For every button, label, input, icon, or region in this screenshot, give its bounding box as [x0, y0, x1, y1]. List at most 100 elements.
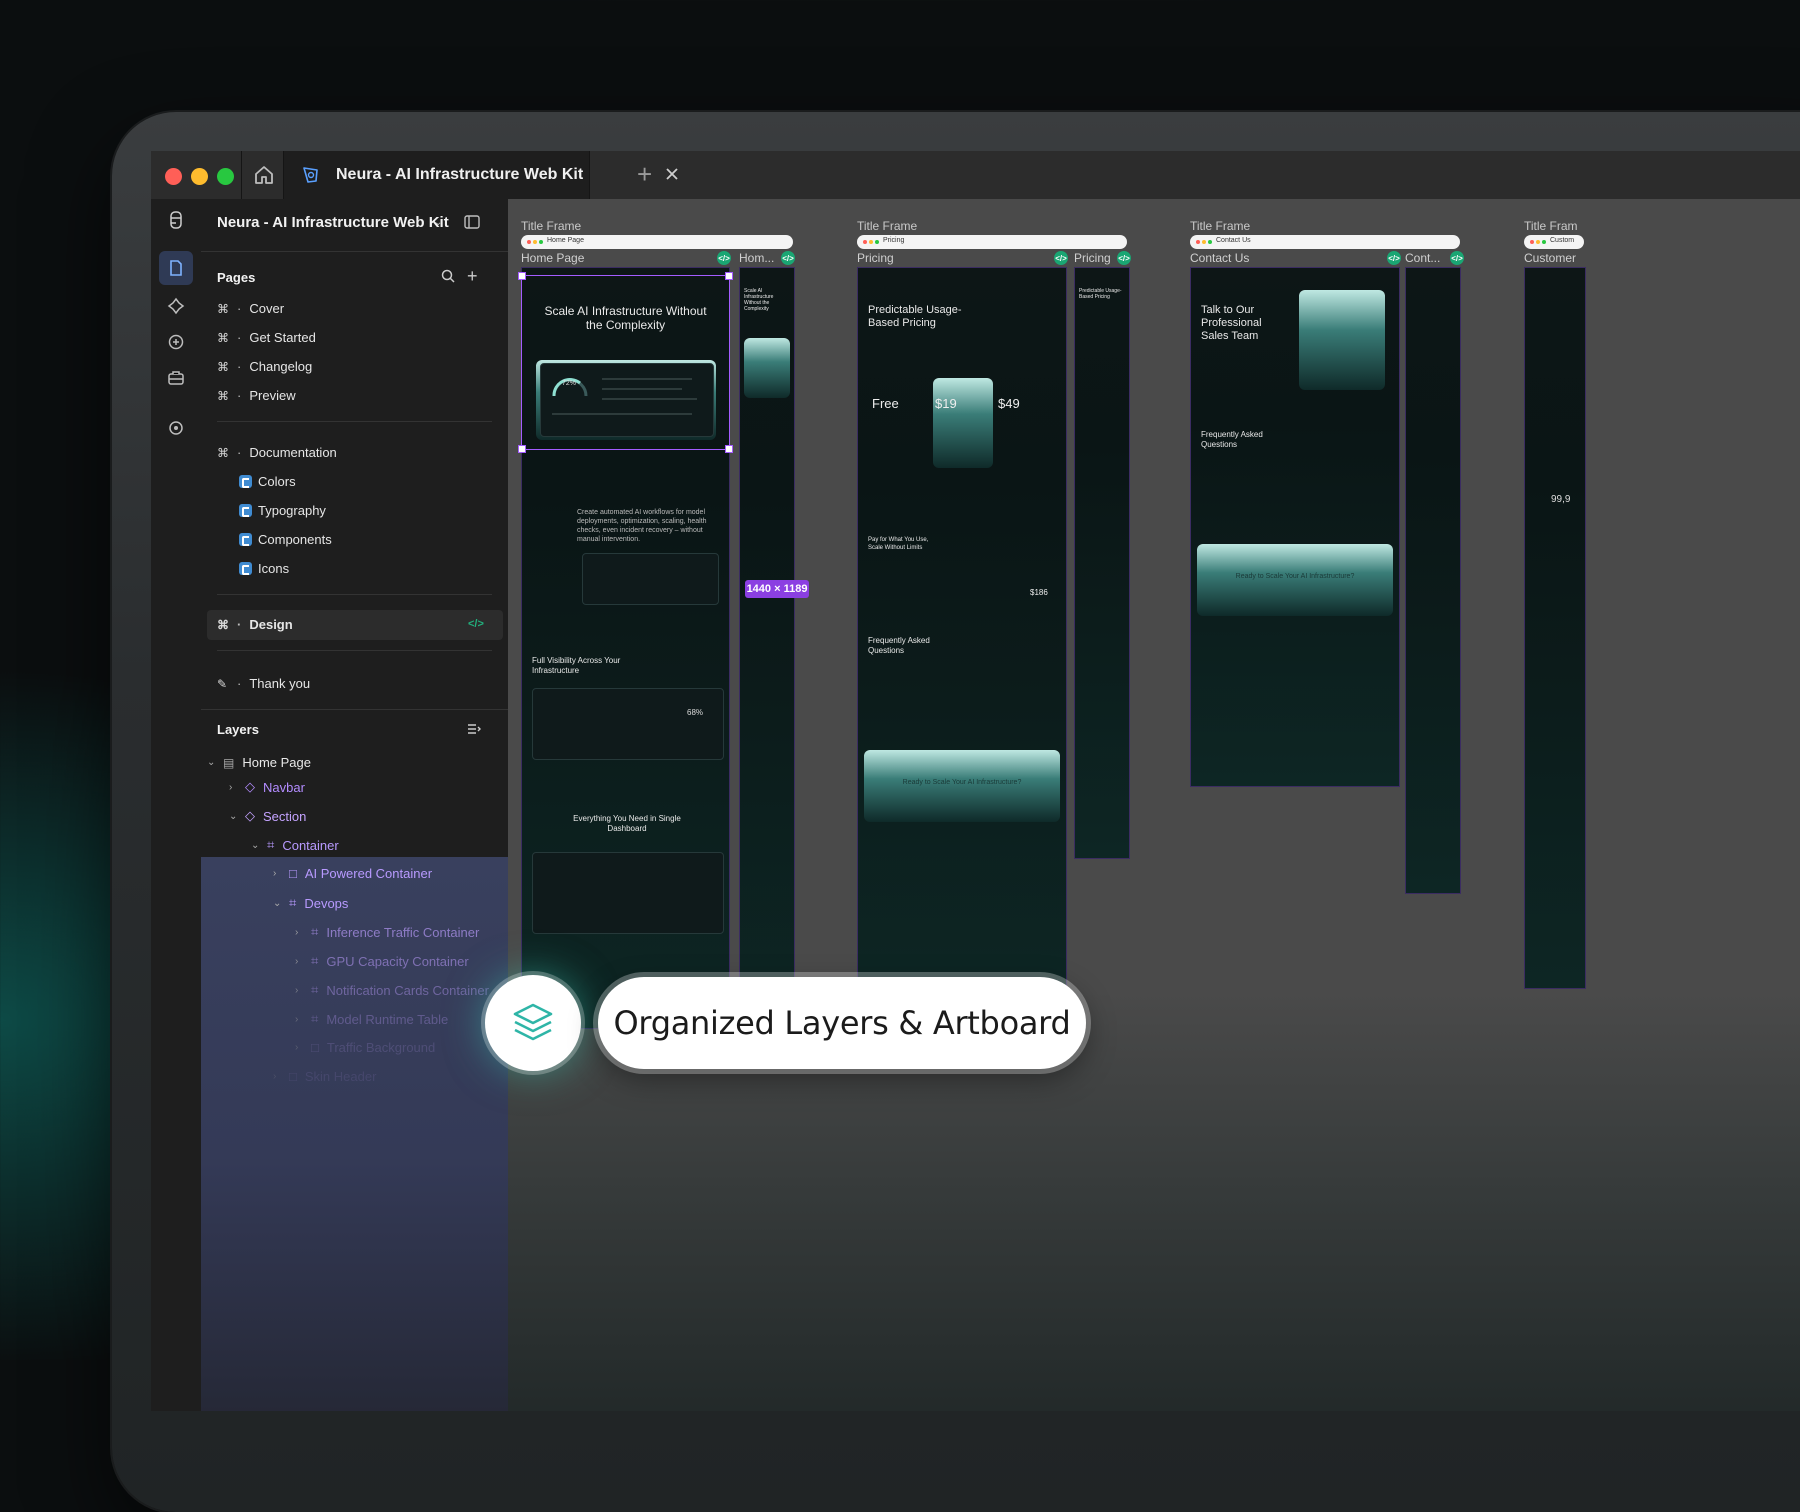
- page-item-components[interactable]: Components: [239, 532, 332, 547]
- dev-mode-icon[interactable]: </>: [468, 618, 484, 630]
- design-canvas[interactable]: Title Frame Home Page Home Page </> Hom.…: [508, 199, 1800, 1411]
- artboard-customer[interactable]: 99,9: [1524, 267, 1586, 989]
- home-icon[interactable]: [252, 163, 276, 187]
- close-window-button[interactable]: [165, 168, 182, 185]
- grid-icon: ⌗: [289, 895, 297, 910]
- grid-icon: ⌗: [311, 982, 319, 997]
- layer-home-page[interactable]: ⌄ ▤ Home Page: [207, 755, 311, 770]
- price-pro: $19: [935, 396, 957, 411]
- browser-bar[interactable]: Custom: [1524, 235, 1584, 249]
- layer-ai-powered-container[interactable]: › □ AI Powered Container: [273, 866, 432, 881]
- settings-icon[interactable]: [159, 411, 193, 445]
- grid-icon: ⌗: [311, 924, 319, 939]
- command-icon: ⌘: [217, 388, 229, 403]
- command-icon: ⌘: [217, 359, 229, 374]
- layer-devops[interactable]: ⌄ ⌗ Devops: [273, 895, 348, 911]
- add-page-icon[interactable]: +: [467, 266, 478, 287]
- toggle-sidebar-icon[interactable]: [464, 215, 480, 234]
- instance-icon: ◇: [245, 808, 255, 823]
- dev-mode-icon[interactable]: </>: [781, 251, 795, 265]
- page-item-documentation[interactable]: ⌘ · Documentation: [217, 445, 337, 460]
- frame-name-home-mobile[interactable]: Hom...: [739, 251, 774, 265]
- dev-mode-icon[interactable]: </>: [717, 251, 731, 265]
- file-tab-icon: [300, 164, 322, 191]
- dev-mode-icon[interactable]: </>: [1387, 251, 1401, 265]
- price-business: $49: [998, 396, 1020, 411]
- frame-name-pricing[interactable]: Pricing: [857, 251, 894, 265]
- minimize-window-button[interactable]: [191, 168, 208, 185]
- layer-section[interactable]: ⌄ ◇ Section: [229, 808, 306, 824]
- artboard-pricing[interactable]: Predictable Usage-Based Pricing Free $19…: [857, 267, 1067, 994]
- tab-file[interactable]: Neura - AI Infrastructure Web Kit: [284, 151, 678, 199]
- layer-notification-cards[interactable]: › ⌗ Notification Cards Container: [295, 982, 489, 998]
- page-item[interactable]: ⌘ · Get Started: [217, 330, 316, 345]
- command-icon: ⌘: [217, 617, 229, 632]
- frame-name-pricing-mobile[interactable]: Pricing: [1074, 251, 1111, 265]
- toolbox-icon[interactable]: [159, 361, 193, 395]
- artboard-pricing-mobile[interactable]: Predictable Usage-Based Pricing: [1074, 267, 1130, 859]
- artboard-contact-mobile[interactable]: [1405, 267, 1461, 894]
- page-item-icons[interactable]: Icons: [239, 561, 289, 576]
- page-item[interactable]: ⌘ · Preview: [217, 388, 296, 403]
- customer-stat: 99,9: [1551, 494, 1571, 505]
- mobile-hero-title: Scale AI Infrastructure Without the Comp…: [744, 288, 774, 312]
- dev-mode-icon[interactable]: </>: [1117, 251, 1131, 265]
- dev-mode-icon[interactable]: </>: [1450, 251, 1464, 265]
- component-icon: [239, 562, 252, 575]
- page-item[interactable]: ⌘ · Cover: [217, 301, 284, 316]
- artboard-contact[interactable]: Talk to Our Professional Sales Team Freq…: [1190, 267, 1400, 787]
- frame-title-label: Title Frame: [1190, 219, 1251, 233]
- layer-skin-header[interactable]: › □ Skin Header: [273, 1069, 376, 1084]
- artboard-home-mobile[interactable]: Scale AI Infrastructure Without the Comp…: [739, 267, 795, 1029]
- frame-name-contact-mobile[interactable]: Cont...: [1405, 251, 1440, 265]
- layer-inference-traffic[interactable]: › ⌗ Inference Traffic Container: [295, 924, 479, 940]
- visibility-title: Full Visibility Across Your Infrastructu…: [532, 656, 621, 675]
- page-item[interactable]: ⌘ · Changelog: [217, 359, 312, 374]
- file-pages-icon[interactable]: [159, 251, 193, 285]
- selected-layer-group: [201, 857, 508, 1411]
- browser-bar[interactable]: Pricing: [857, 235, 1127, 249]
- component-icon: [239, 533, 252, 546]
- dashboard-title: Everything You Need in Single Dashboard: [573, 814, 681, 833]
- assets-icon[interactable]: [159, 289, 193, 323]
- add-plugin-icon[interactable]: [159, 325, 193, 359]
- page-item-typography[interactable]: Typography: [239, 503, 326, 518]
- layer-traffic-background[interactable]: › □ Traffic Background: [295, 1040, 435, 1055]
- frame-name-contact[interactable]: Contact Us: [1190, 251, 1249, 265]
- instance-icon: ◇: [245, 779, 255, 794]
- collapse-layers-icon[interactable]: [467, 722, 481, 741]
- maximize-window-button[interactable]: [217, 168, 234, 185]
- frame-icon: ▤: [223, 755, 235, 770]
- new-tab-button[interactable]: +: [637, 161, 652, 187]
- tab-title: Neura - AI Infrastructure Web Kit: [336, 166, 584, 183]
- project-name[interactable]: Neura - AI Infrastructure Web Kit: [217, 214, 449, 231]
- layer-navbar[interactable]: › ◇ Navbar: [229, 779, 305, 795]
- frame-title-label: Title Frame: [521, 219, 582, 233]
- dev-mode-icon[interactable]: </>: [1054, 251, 1068, 265]
- layer-container[interactable]: ⌄ ⌗ Container: [251, 837, 339, 853]
- frame-name-home[interactable]: Home Page: [521, 251, 584, 265]
- layer-gpu-capacity[interactable]: › ⌗ GPU Capacity Container: [295, 953, 469, 969]
- contact-hero-title: Talk to Our Professional Sales Team: [1201, 304, 1262, 342]
- close-tab-icon[interactable]: [664, 166, 680, 187]
- search-icon[interactable]: [441, 269, 455, 288]
- title-bar: Neura - AI Infrastructure Web Kit +: [151, 151, 1800, 200]
- frame-name-customer[interactable]: Customer: [1524, 251, 1576, 265]
- command-icon: ⌘: [217, 301, 229, 316]
- mobile-pricing-title: Predictable Usage-Based Pricing: [1079, 288, 1122, 300]
- frame-icon: □: [289, 866, 297, 881]
- size-badge: 1440 × 1189: [745, 580, 809, 598]
- page-item-thank-you[interactable]: ✎ · Thank you: [217, 676, 310, 691]
- frame-icon: □: [311, 1040, 319, 1055]
- figma-logo-icon[interactable]: [159, 203, 193, 237]
- command-icon: ⌘: [217, 330, 229, 345]
- browser-bar[interactable]: Home Page: [521, 235, 793, 249]
- layer-model-runtime[interactable]: › ⌗ Model Runtime Table: [295, 1011, 448, 1027]
- chevron-down-icon[interactable]: ⌄: [434, 217, 442, 228]
- component-icon: [239, 475, 252, 488]
- browser-bar[interactable]: Contact Us: [1190, 235, 1460, 249]
- page-item-colors[interactable]: Colors: [239, 474, 296, 489]
- app-window: Neura - AI Infrastructure Web Kit + Neur…: [151, 151, 1800, 1411]
- pricing-cta-title: Ready to Scale Your AI Infrastructure?: [902, 779, 1022, 786]
- price-free: Free: [872, 396, 899, 411]
